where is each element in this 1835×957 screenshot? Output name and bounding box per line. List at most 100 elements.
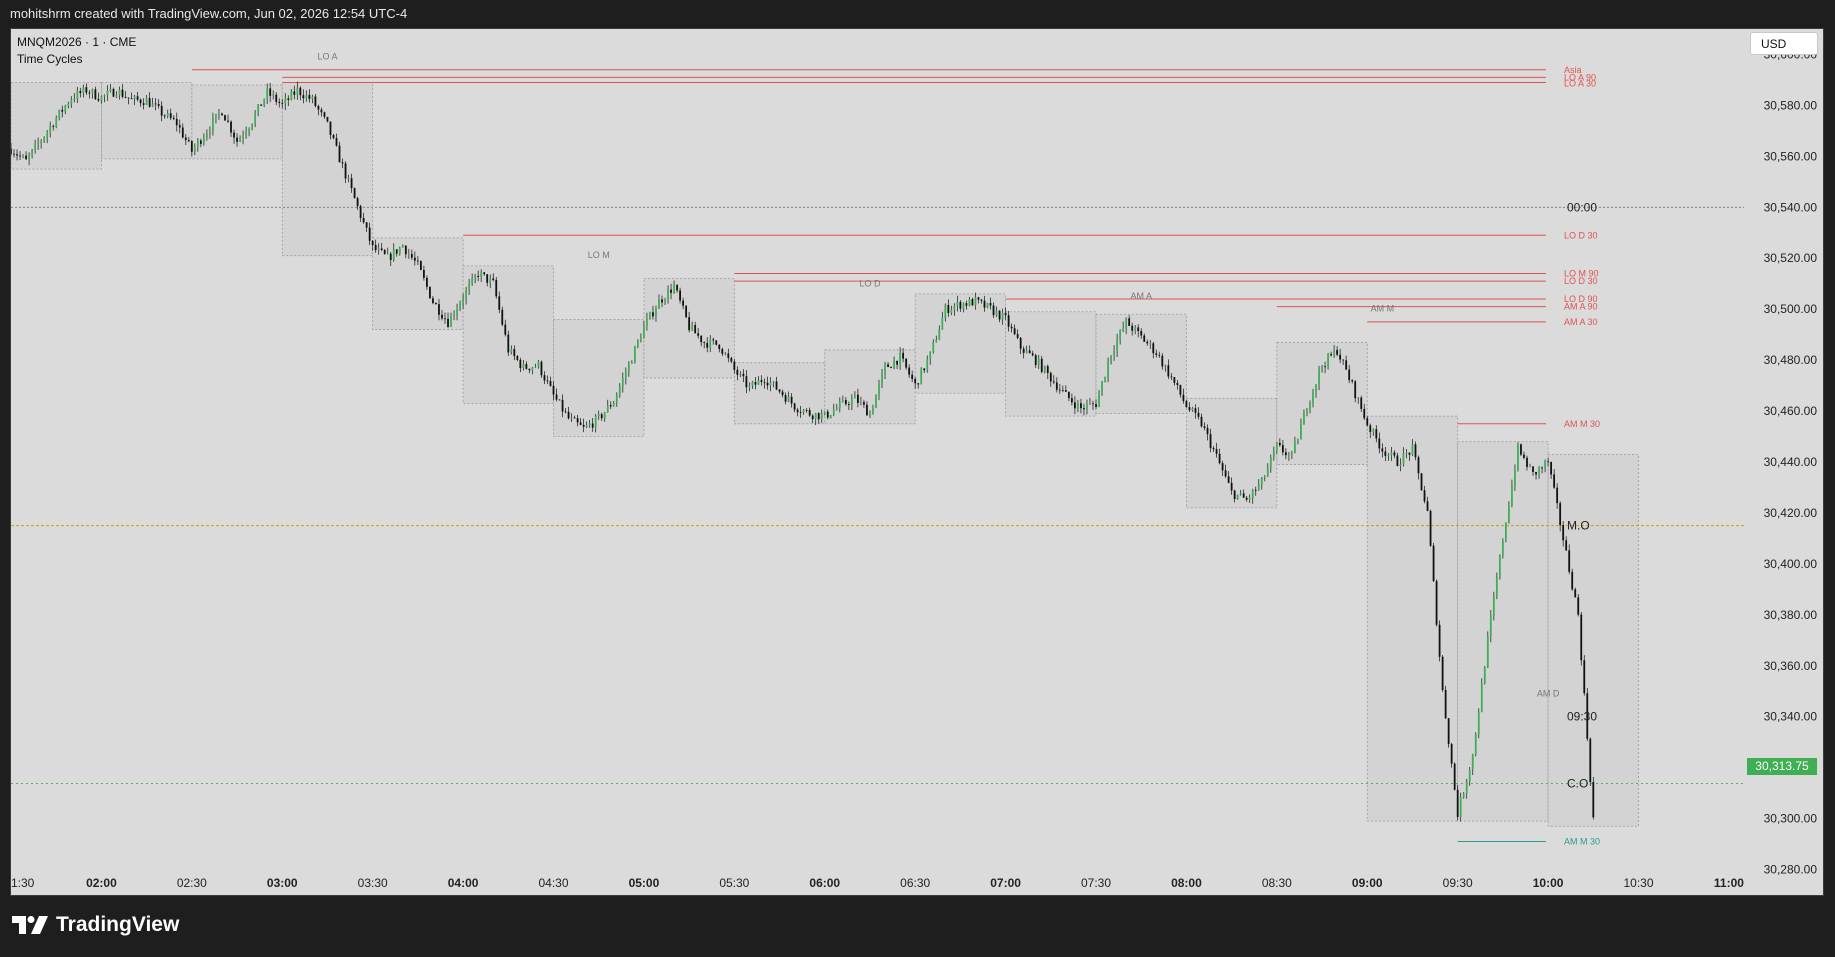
candle-body	[1441, 656, 1444, 690]
candle-body	[802, 409, 805, 413]
candle-body	[986, 303, 989, 308]
candle-body	[959, 301, 962, 309]
candle-body	[956, 301, 959, 306]
candle-body	[748, 385, 751, 388]
candle-body	[49, 126, 52, 132]
session-box	[1366, 415, 1459, 822]
candle-body	[64, 105, 67, 112]
candle-body	[281, 102, 284, 104]
candle-body	[43, 137, 46, 142]
candle-body	[1411, 444, 1414, 455]
candle-body	[1248, 497, 1251, 500]
candle-body	[1414, 444, 1417, 458]
candle-body	[1381, 448, 1384, 452]
candle-body	[88, 92, 91, 94]
candle-body	[826, 411, 829, 418]
candle-body	[1342, 359, 1345, 361]
candle-body	[498, 296, 501, 310]
price-chart[interactable]: AsiaLO A 90LO A 30LO D 30LO M 90LO D 30L…	[11, 29, 1823, 895]
candle-body	[1529, 466, 1531, 468]
candle-body	[193, 146, 196, 152]
candle-body	[564, 411, 567, 413]
candle-body	[1553, 474, 1556, 488]
candle-body	[745, 376, 748, 388]
candle-body	[636, 340, 639, 347]
candle-body	[1167, 365, 1170, 377]
candle-body	[998, 310, 1001, 320]
candle-body	[302, 95, 305, 99]
candle-body	[284, 98, 287, 104]
candle-body	[778, 389, 781, 392]
candle-body	[1278, 442, 1281, 446]
tradingview-logo[interactable]: TradingView	[12, 913, 179, 937]
candle-body	[694, 325, 697, 334]
candle-body	[1046, 366, 1049, 373]
candle-body	[543, 375, 546, 381]
candle-body	[1110, 355, 1112, 362]
candle-body	[866, 404, 868, 416]
candle-body	[1125, 318, 1128, 328]
candle-body	[1444, 689, 1447, 719]
candle-body	[525, 363, 528, 369]
cycle-box-label: AM D	[1537, 688, 1560, 698]
candle-body	[1514, 470, 1516, 486]
candle-body	[112, 89, 115, 97]
candle-body	[808, 410, 811, 416]
candle-body	[1242, 493, 1245, 498]
candle-body	[52, 126, 55, 128]
candle-body	[1131, 325, 1134, 331]
candle-body	[1113, 350, 1115, 356]
candle-body	[944, 305, 947, 318]
candle-body	[438, 304, 440, 315]
candle-body	[736, 369, 739, 375]
candle-body	[1158, 354, 1161, 356]
session-box	[101, 82, 193, 160]
time-tick-label: 11:00	[1714, 876, 1744, 890]
candle-body	[1104, 376, 1106, 382]
candle-body	[612, 402, 615, 407]
candle-body	[1122, 327, 1125, 331]
candle-body	[1077, 403, 1079, 409]
candle-body	[353, 188, 356, 199]
indicator-label[interactable]: Time Cycles	[17, 51, 136, 68]
time-tick-label: 03:30	[358, 876, 388, 890]
candle-body	[772, 381, 775, 383]
attribution-bar: mohitshrm created with TradingView.com, …	[0, 0, 1835, 28]
time-tick-label: 07:30	[1081, 876, 1111, 890]
candle-body	[805, 409, 808, 411]
candle-body	[1230, 482, 1233, 491]
candle-body	[769, 382, 772, 386]
candle-body	[1532, 466, 1534, 472]
candle-body	[917, 383, 920, 385]
level-label: LO D 30	[1564, 230, 1598, 240]
symbol-label[interactable]: MNQM2026 · 1 · CME	[17, 34, 136, 51]
candle-body	[127, 97, 130, 99]
candle-body	[911, 374, 914, 380]
candle-body	[163, 115, 166, 117]
candle-body	[121, 89, 124, 97]
candle-body	[703, 342, 706, 343]
candle-body	[335, 138, 338, 146]
footer-bar	[0, 896, 1835, 957]
candle-body	[1318, 370, 1320, 385]
level-label: LO D 30	[1564, 276, 1598, 286]
candle-body	[1095, 404, 1097, 407]
candle-body	[1492, 596, 1495, 617]
candle-body	[534, 366, 537, 368]
candle-body	[371, 240, 374, 245]
brand-name: TradingView	[56, 913, 180, 936]
candle-body	[447, 318, 449, 327]
chart-area[interactable]: Asia LO A 90 LO A 30 LO D 30 LO M 90 LO D 30 L…	[10, 28, 1824, 896]
candle-body	[1170, 376, 1173, 378]
currency-button[interactable]: USD	[1750, 32, 1818, 55]
candle-body	[709, 339, 712, 348]
candle-body	[908, 367, 911, 375]
candle-body	[248, 128, 250, 133]
candle-body	[1550, 462, 1553, 475]
candle-body	[82, 87, 85, 94]
session-label: M.O	[1567, 519, 1590, 533]
candle-body	[1218, 453, 1221, 464]
candle-body	[618, 386, 621, 396]
price-tick-label: 30,360.00	[1764, 659, 1818, 673]
candle-body	[844, 399, 847, 405]
